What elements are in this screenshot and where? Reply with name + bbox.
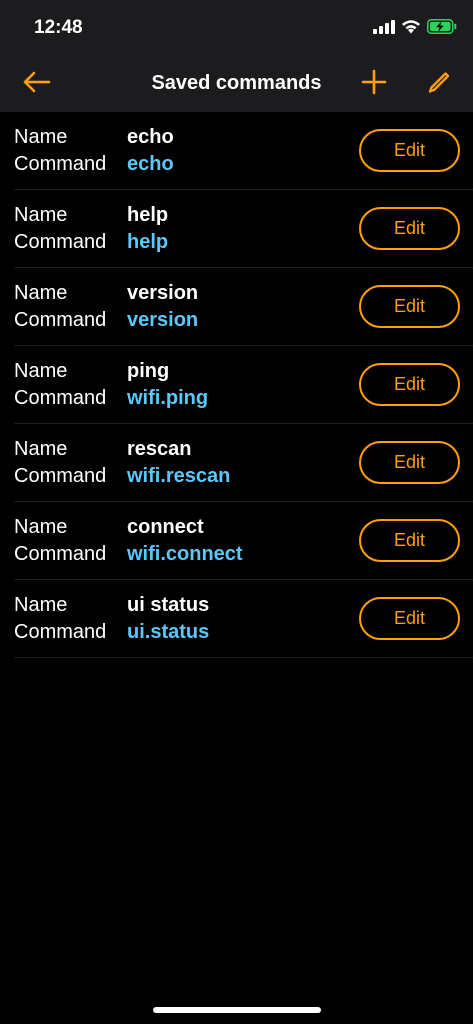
command-value: help: [127, 231, 169, 253]
command-label: Command: [14, 465, 107, 487]
plus-icon: [361, 69, 387, 100]
command-label: Command: [14, 231, 107, 253]
pencil-icon: [426, 69, 452, 100]
name-label: Name: [14, 516, 68, 538]
command-value: version: [127, 309, 199, 331]
navigation-bar: Saved commands: [0, 56, 473, 112]
command-row: Name Command rescan wifi.rescan Edit: [0, 424, 473, 502]
command-row: Name Command connect wifi.connect Edit: [0, 502, 473, 580]
edit-button[interactable]: Edit: [359, 441, 460, 484]
command-value: echo: [127, 153, 174, 175]
command-label: Command: [14, 387, 107, 409]
command-row: Name Command ping wifi.ping Edit: [0, 346, 473, 424]
command-label: Command: [14, 153, 107, 175]
name-label: Name: [14, 282, 68, 304]
battery-charging-icon: [427, 19, 457, 39]
status-time: 12:48: [34, 17, 83, 38]
command-row: Name Command ui status ui.status Edit: [0, 580, 473, 658]
edit-button[interactable]: Edit: [359, 285, 460, 328]
page-title: Saved commands: [151, 72, 322, 94]
command-row: Name Command version version Edit: [0, 268, 473, 346]
command-name: help: [127, 204, 169, 226]
edit-button[interactable]: Edit: [359, 207, 460, 250]
edit-button[interactable]: Edit: [359, 363, 460, 406]
name-label: Name: [14, 126, 68, 148]
saved-commands-list: Name Command echo echo Edit Name Command…: [0, 112, 473, 658]
command-name: echo: [127, 126, 174, 148]
status-icons: [373, 19, 457, 39]
edit-list-button[interactable]: [422, 68, 456, 100]
name-label: Name: [14, 204, 68, 226]
status-bar: 12:48: [0, 0, 473, 56]
command-name: ping: [127, 360, 170, 382]
command-row: Name Command help help Edit: [0, 190, 473, 268]
command-value: wifi.connect: [127, 543, 243, 565]
command-name: ui status: [127, 594, 210, 616]
add-command-button[interactable]: [357, 68, 391, 100]
command-label: Command: [14, 309, 107, 331]
edit-button[interactable]: Edit: [359, 129, 460, 172]
wifi-icon: [401, 19, 421, 39]
cellular-signal-icon: [373, 19, 395, 39]
edit-button[interactable]: Edit: [359, 519, 460, 562]
command-row: Name Command echo echo Edit: [0, 112, 473, 190]
command-name: rescan: [127, 438, 192, 460]
command-name: connect: [127, 516, 204, 538]
command-value: wifi.rescan: [127, 465, 231, 487]
name-label: Name: [14, 438, 68, 460]
command-label: Command: [14, 543, 107, 565]
command-label: Command: [14, 621, 107, 643]
edit-button[interactable]: Edit: [359, 597, 460, 640]
home-indicator[interactable]: [153, 1007, 321, 1013]
command-value: wifi.ping: [127, 387, 209, 409]
command-value: ui.status: [127, 621, 210, 643]
command-name: version: [127, 282, 199, 304]
name-label: Name: [14, 360, 68, 382]
name-label: Name: [14, 594, 68, 616]
